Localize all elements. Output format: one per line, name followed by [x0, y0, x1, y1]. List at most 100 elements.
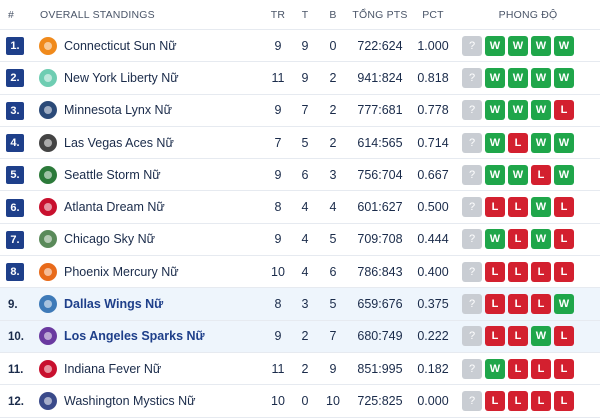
table-row[interactable]: 2. New York Liberty Nữ 11 9 2 941:824 0.818? W W…: [0, 62, 600, 95]
form-loss-chip[interactable]: L: [554, 197, 574, 218]
form-win-chip[interactable]: W: [508, 100, 528, 121]
form-win-chip[interactable]: W: [485, 164, 505, 185]
phoenix-mercury-logo[interactable]: [38, 262, 58, 282]
form-loss-chip[interactable]: L: [508, 132, 528, 153]
form-loss-chip[interactable]: L: [485, 197, 505, 218]
chicago-sky-logo[interactable]: [38, 229, 58, 249]
form-upcoming-chip[interactable]: ?: [462, 358, 482, 379]
form-win-chip[interactable]: W: [508, 67, 528, 88]
table-row[interactable]: 10. Los Angeles Sparks Nữ 9 2 7 680:749 0.222?…: [0, 320, 600, 353]
form-win-chip[interactable]: W: [531, 100, 551, 121]
form-win-chip[interactable]: W: [554, 35, 574, 56]
form-loss-chip[interactable]: L: [508, 261, 528, 282]
form-loss-chip[interactable]: L: [508, 229, 528, 250]
form-loss-chip[interactable]: L: [554, 261, 574, 282]
team-name-link[interactable]: Dallas Wings Nữ: [64, 297, 163, 311]
form-loss-chip[interactable]: L: [508, 294, 528, 315]
form-loss-chip[interactable]: L: [531, 390, 551, 411]
form-win-chip[interactable]: W: [531, 229, 551, 250]
form-loss-chip[interactable]: L: [554, 390, 574, 411]
form-upcoming-chip[interactable]: ?: [462, 390, 482, 411]
form-win-chip[interactable]: W: [508, 164, 528, 185]
form-loss-chip[interactable]: L: [508, 358, 528, 379]
form-win-chip[interactable]: W: [554, 67, 574, 88]
form-loss-chip[interactable]: L: [531, 164, 551, 185]
form-win-chip[interactable]: W: [531, 197, 551, 218]
form-loss-chip[interactable]: L: [554, 358, 574, 379]
table-row[interactable]: 8. Phoenix Mercury Nữ 10 4 6 786:843 0.400? L L L…: [0, 256, 600, 289]
team-name-link[interactable]: Connecticut Sun Nữ: [64, 39, 177, 53]
team-name-link[interactable]: Seattle Storm Nữ: [64, 168, 161, 182]
form-win-chip[interactable]: W: [485, 100, 505, 121]
table-row[interactable]: 12. Washington Mystics Nữ 10 0 10 725:825 0.00…: [0, 385, 600, 418]
table-row[interactable]: 1. Connecticut Sun Nữ 9 9 0 722:624 1.000? W W W W: [0, 30, 600, 63]
form-upcoming-chip[interactable]: ?: [462, 261, 482, 282]
form-loss-chip[interactable]: L: [531, 294, 551, 315]
form-win-chip[interactable]: W: [531, 326, 551, 347]
form-win-chip[interactable]: W: [485, 35, 505, 56]
form-win-chip[interactable]: W: [531, 67, 551, 88]
form-win-chip[interactable]: W: [554, 164, 574, 185]
form-loss-chip[interactable]: L: [554, 100, 574, 121]
header-pct[interactable]: PCT: [413, 9, 453, 21]
form-upcoming-chip[interactable]: ?: [462, 100, 482, 121]
form-win-chip[interactable]: W: [508, 35, 528, 56]
dallas-wings-logo[interactable]: [38, 294, 58, 314]
form-win-chip[interactable]: W: [485, 67, 505, 88]
header-tr[interactable]: TR: [268, 9, 288, 21]
washington-mystics-logo[interactable]: [38, 391, 58, 411]
team-name-link[interactable]: Las Vegas Aces Nữ: [64, 136, 174, 150]
new-york-liberty-logo[interactable]: [38, 68, 58, 88]
table-row[interactable]: 6. Atlanta Dream Nữ 8 4 4 601:627 0.500? L L W L: [0, 191, 600, 224]
las-vegas-aces-logo[interactable]: [38, 133, 58, 153]
form-win-chip[interactable]: W: [485, 229, 505, 250]
form-loss-chip[interactable]: L: [485, 294, 505, 315]
team-name-link[interactable]: Minnesota Lynx Nữ: [64, 103, 172, 117]
team-name-link[interactable]: Chicago Sky Nữ: [64, 232, 155, 246]
team-name-link[interactable]: Phoenix Mercury Nữ: [64, 265, 179, 279]
form-win-chip[interactable]: W: [485, 358, 505, 379]
table-row[interactable]: 4. Las Vegas Aces Nữ 7 5 2 614:565 0.714? W L W W: [0, 127, 600, 160]
atlanta-dream-logo[interactable]: [38, 197, 58, 217]
form-loss-chip[interactable]: L: [485, 261, 505, 282]
form-loss-chip[interactable]: L: [531, 358, 551, 379]
form-upcoming-chip[interactable]: ?: [462, 294, 482, 315]
header-standings[interactable]: OVERALL STANDINGS: [40, 9, 155, 21]
form-loss-chip[interactable]: L: [508, 390, 528, 411]
form-upcoming-chip[interactable]: ?: [462, 229, 482, 250]
table-row[interactable]: 3. Minnesota Lynx Nữ 9 7 2 777:681 0.778? W W W L: [0, 95, 600, 127]
header-b[interactable]: B: [323, 9, 343, 21]
form-win-chip[interactable]: W: [554, 132, 574, 153]
header-t[interactable]: T: [295, 9, 315, 21]
minnesota-lynx-logo[interactable]: [38, 100, 58, 120]
team-name-link[interactable]: Los Angeles Sparks Nữ: [64, 329, 205, 343]
table-row[interactable]: 11. Indiana Fever Nữ 11 2 9 851:995 0.182? W L L L: [0, 353, 600, 386]
team-name-link[interactable]: Washington Mystics Nữ: [64, 394, 196, 408]
connecticut-sun-logo[interactable]: [38, 36, 58, 56]
team-name-link[interactable]: New York Liberty Nữ: [64, 71, 179, 85]
table-row[interactable]: 5. Seattle Storm Nữ 9 6 3 756:704 0.667? W W L W: [0, 159, 600, 192]
table-row[interactable]: 9. Dallas Wings Nữ 8 3 5 659:676 0.375? L L L W: [0, 288, 600, 321]
form-loss-chip[interactable]: L: [508, 326, 528, 347]
form-loss-chip[interactable]: L: [485, 326, 505, 347]
form-upcoming-chip[interactable]: ?: [462, 326, 482, 347]
form-upcoming-chip[interactable]: ?: [462, 35, 482, 56]
form-upcoming-chip[interactable]: ?: [462, 67, 482, 88]
form-win-chip[interactable]: W: [554, 294, 574, 315]
form-win-chip[interactable]: W: [485, 132, 505, 153]
form-loss-chip[interactable]: L: [485, 390, 505, 411]
team-name-link[interactable]: Indiana Fever Nữ: [64, 362, 161, 376]
los-angeles-sparks-logo[interactable]: [38, 326, 58, 346]
form-win-chip[interactable]: W: [531, 132, 551, 153]
form-loss-chip[interactable]: L: [554, 229, 574, 250]
form-loss-chip[interactable]: L: [531, 261, 551, 282]
seattle-storm-logo[interactable]: [38, 165, 58, 185]
team-name-link[interactable]: Atlanta Dream Nữ: [64, 200, 165, 214]
table-row[interactable]: 7. Chicago Sky Nữ 9 4 5 709:708 0.444? W L W L: [0, 224, 600, 257]
form-win-chip[interactable]: W: [531, 35, 551, 56]
form-upcoming-chip[interactable]: ?: [462, 197, 482, 218]
indiana-fever-logo[interactable]: [38, 359, 58, 379]
form-upcoming-chip[interactable]: ?: [462, 164, 482, 185]
header-pts[interactable]: TỔNG PTS: [352, 9, 408, 21]
form-loss-chip[interactable]: L: [508, 197, 528, 218]
